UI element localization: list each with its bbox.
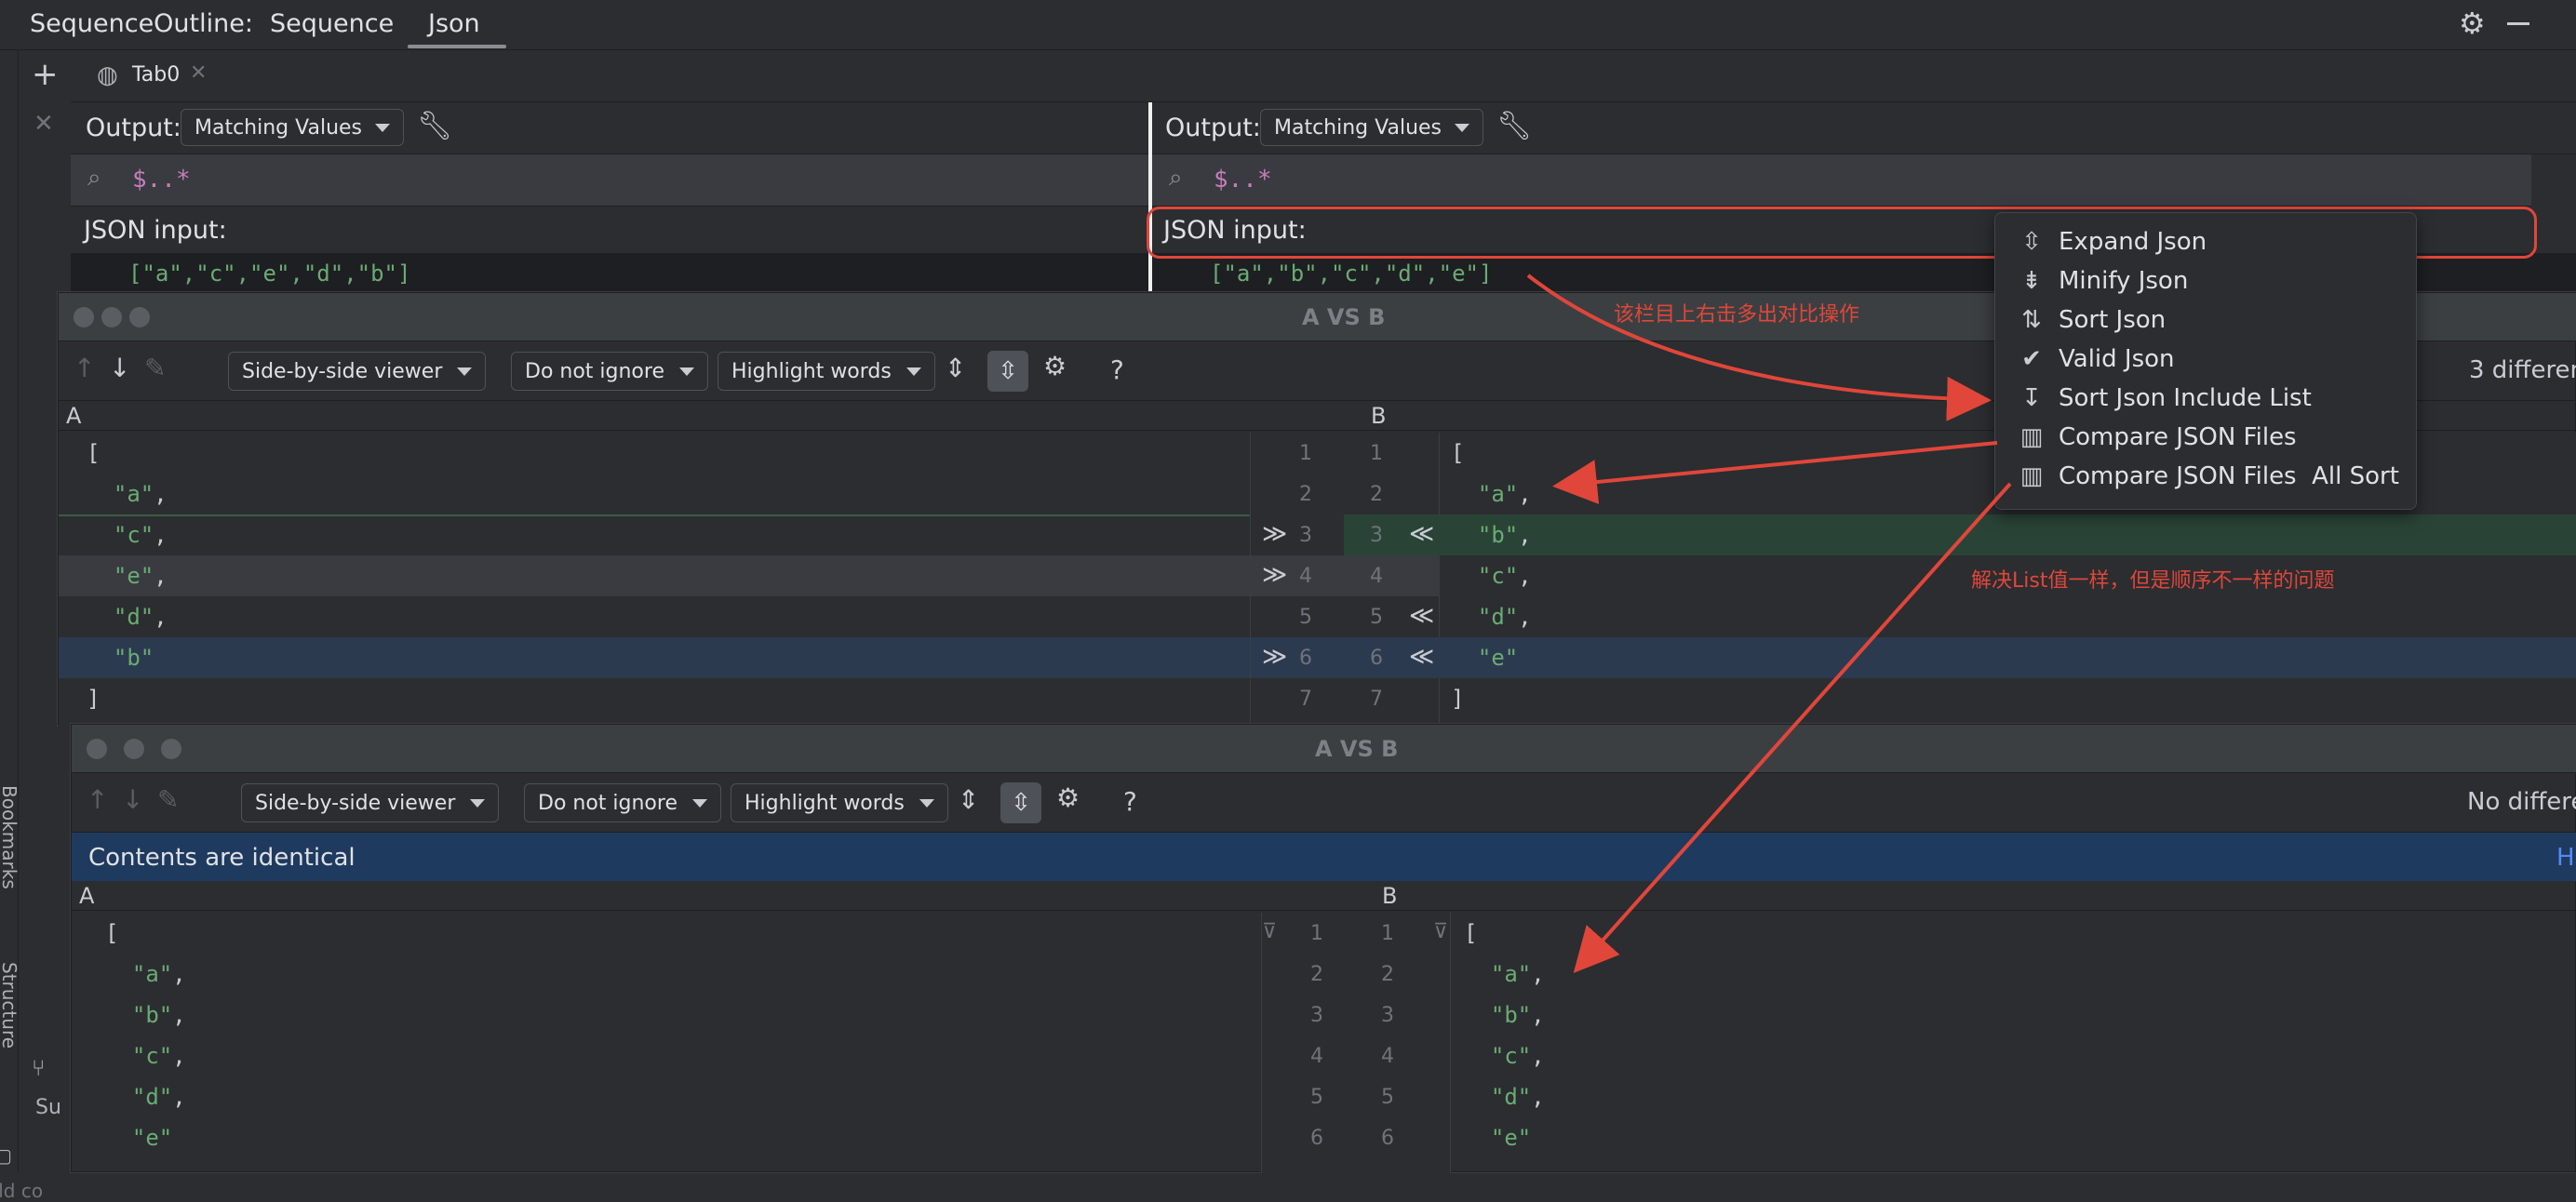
build-label: uild co [0, 1180, 44, 1202]
arrow-to-diff1 [1552, 441, 1998, 504]
arrow-to-menu [1526, 274, 1992, 421]
annotation-arrows [1526, 274, 2012, 973]
arrow-to-diff2 [1573, 482, 2012, 973]
